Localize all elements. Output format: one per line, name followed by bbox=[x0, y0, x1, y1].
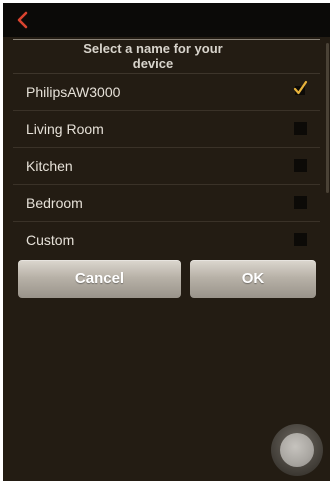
option-label: Bedroom bbox=[26, 195, 83, 211]
checkmark-icon bbox=[292, 80, 308, 96]
checkbox[interactable] bbox=[294, 233, 307, 246]
name-option-list: PhilipsAW3000 Living Room Kitchen Bedroo… bbox=[13, 74, 320, 258]
screen: Select a name for your device PhilipsAW3… bbox=[3, 3, 330, 481]
option-label: PhilipsAW3000 bbox=[26, 84, 121, 100]
scrollbar-thumb[interactable] bbox=[326, 43, 329, 193]
ok-button[interactable]: OK bbox=[190, 260, 316, 298]
option-living-room[interactable]: Living Room bbox=[13, 111, 320, 148]
option-bedroom[interactable]: Bedroom bbox=[13, 185, 320, 222]
assistive-touch-icon[interactable] bbox=[271, 424, 323, 476]
top-bar bbox=[3, 3, 330, 37]
assistive-touch-inner bbox=[280, 433, 314, 467]
option-kitchen[interactable]: Kitchen bbox=[13, 148, 320, 185]
option-philipsaw3000[interactable]: PhilipsAW3000 bbox=[13, 74, 320, 111]
option-label: Living Room bbox=[26, 121, 104, 137]
option-label: Custom bbox=[26, 232, 75, 248]
dialog-title: Select a name for your device bbox=[83, 41, 223, 71]
cancel-button[interactable]: Cancel bbox=[18, 260, 181, 298]
option-label: Kitchen bbox=[26, 158, 73, 174]
chevron-left-icon[interactable] bbox=[13, 10, 33, 30]
header-divider bbox=[13, 39, 320, 40]
option-custom[interactable]: Custom bbox=[13, 222, 320, 258]
checkbox[interactable] bbox=[294, 196, 307, 209]
checkbox[interactable] bbox=[294, 122, 307, 135]
checkbox[interactable] bbox=[294, 159, 307, 172]
